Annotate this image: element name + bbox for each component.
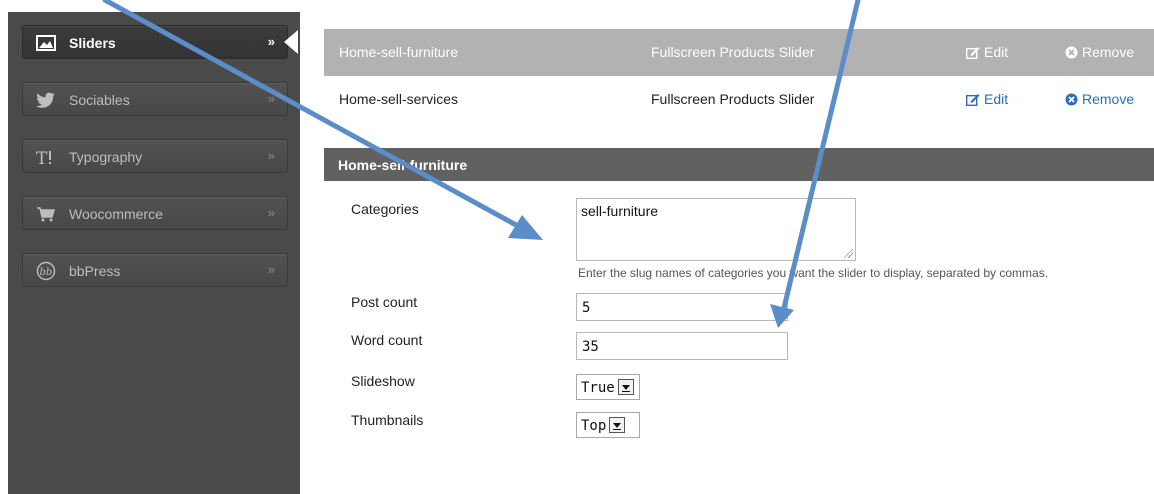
remove-label: Remove <box>1082 91 1135 107</box>
sidebar-item-label: Sliders <box>69 35 116 51</box>
slideshow-select[interactable]: True <box>576 374 640 400</box>
categories-help-text: Enter the slug names of categories you w… <box>578 266 1049 280</box>
categories-label: Categories <box>351 201 419 217</box>
sidebar-item-typography[interactable]: T Typography » <box>22 139 288 173</box>
remove-icon <box>1065 46 1078 62</box>
post-count-label: Post count <box>351 294 418 310</box>
edit-label: Edit <box>984 44 1009 60</box>
remove-icon <box>1065 93 1078 109</box>
thumbnails-value: Top <box>581 418 607 434</box>
image-icon <box>35 34 57 52</box>
chevron-down-icon <box>609 417 626 433</box>
word-count-input[interactable]: 35 <box>576 332 788 360</box>
chevron-right-icon: » <box>267 91 275 106</box>
post-count-input[interactable]: 5 <box>576 293 788 321</box>
chevron-right-icon: » <box>267 34 275 49</box>
slider-type: Fullscreen Products Slider <box>651 44 815 60</box>
thumbnails-label: Thumbnails <box>351 412 424 428</box>
edit-link[interactable]: Edit <box>965 44 1009 62</box>
bbpress-icon: bb <box>35 261 57 281</box>
editor-section-header: Home-sell-furniture <box>324 148 1154 181</box>
chevron-right-icon: » <box>267 148 275 163</box>
sidebar: Sliders » Sociables » T Typography » Woo… <box>0 0 300 494</box>
sidebar-item-label: bbPress <box>69 263 121 279</box>
sidebar-item-label: Sociables <box>69 92 130 108</box>
table-row[interactable]: Home-sell-furniture Fullscreen Products … <box>324 29 1154 76</box>
categories-value: sell-furniture <box>581 203 659 219</box>
edit-label: Edit <box>984 91 1009 107</box>
edit-link[interactable]: Edit <box>965 91 1009 109</box>
typography-icon: T <box>35 148 57 166</box>
active-item-pointer <box>284 30 298 54</box>
post-count-value: 5 <box>582 300 591 316</box>
chevron-down-icon <box>617 379 634 395</box>
remove-label: Remove <box>1082 44 1135 60</box>
svg-text:T: T <box>36 149 48 166</box>
svg-text:bb: bb <box>40 267 53 278</box>
sliders-table: Home-sell-furniture Fullscreen Products … <box>324 29 1154 123</box>
editor-title: Home-sell-furniture <box>338 157 468 173</box>
twitter-bird-icon <box>35 91 57 109</box>
remove-link[interactable]: Remove <box>1065 44 1134 62</box>
word-count-value: 35 <box>582 339 599 355</box>
slider-type: Fullscreen Products Slider <box>651 91 815 107</box>
table-row[interactable]: Home-sell-services Fullscreen Products S… <box>324 76 1154 123</box>
remove-link[interactable]: Remove <box>1065 91 1134 109</box>
sidebar-item-woocommerce[interactable]: Woocommerce » <box>22 196 288 230</box>
sidebar-item-sociables[interactable]: Sociables » <box>22 82 288 116</box>
slider-name[interactable]: Home-sell-furniture <box>339 44 458 60</box>
word-count-label: Word count <box>351 332 423 348</box>
sidebar-item-sliders[interactable]: Sliders » <box>22 25 288 59</box>
slideshow-label: Slideshow <box>351 373 415 389</box>
cart-icon <box>35 205 57 223</box>
categories-textarea[interactable]: sell-furniture <box>576 198 856 261</box>
edit-icon <box>965 93 980 109</box>
chevron-right-icon: » <box>267 262 275 277</box>
sidebar-item-label: Typography <box>69 149 143 165</box>
thumbnails-select[interactable]: Top <box>576 412 640 438</box>
sidebar-item-label: Woocommerce <box>69 206 163 222</box>
slideshow-value: True <box>581 380 615 396</box>
edit-icon <box>965 46 980 62</box>
resize-grip-icon[interactable] <box>844 249 853 258</box>
slider-name[interactable]: Home-sell-services <box>339 91 458 107</box>
chevron-right-icon: » <box>267 205 275 220</box>
sidebar-item-bbpress[interactable]: bb bbPress » <box>22 253 288 287</box>
